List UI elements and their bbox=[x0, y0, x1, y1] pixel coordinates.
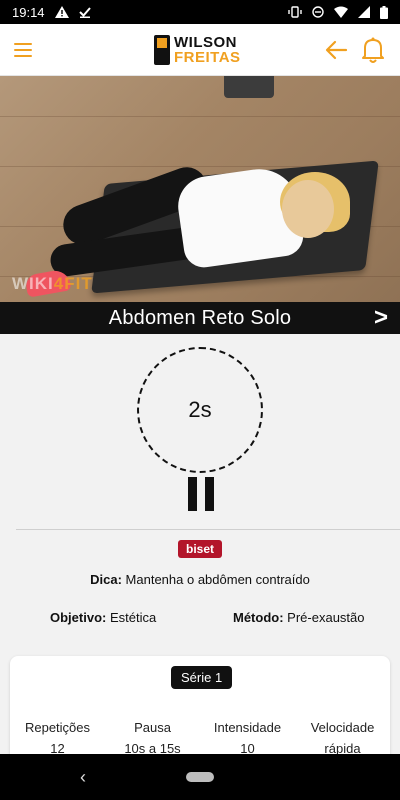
exercise-video[interactable]: WIKI4FIT bbox=[0, 76, 400, 302]
method-value: Pré-exaustão bbox=[287, 610, 365, 625]
menu-icon-line bbox=[14, 49, 32, 51]
method-badge: biset bbox=[178, 540, 223, 558]
logo-line1: WILSON bbox=[174, 34, 237, 51]
series-badge: Série 1 bbox=[171, 666, 233, 689]
bell-icon[interactable] bbox=[360, 36, 386, 64]
stat-label: Pausa bbox=[134, 720, 171, 735]
nav-back-icon[interactable]: ‹ bbox=[80, 767, 86, 788]
system-nav-bar: ‹ bbox=[0, 754, 400, 800]
nav-home-pill-icon[interactable] bbox=[186, 772, 214, 782]
stat-label: Intensidade bbox=[213, 720, 282, 735]
tip-text: Dica: Mantenha o abdômen contraído bbox=[0, 572, 400, 587]
download-check-icon bbox=[78, 6, 91, 18]
pause-button[interactable] bbox=[186, 477, 216, 511]
stat-intensity: Intensidade 10 bbox=[200, 720, 295, 756]
status-time: 19:14 bbox=[12, 4, 45, 20]
app-bar: WILSON FREITAS bbox=[0, 24, 400, 76]
status-bar: 19:14 bbox=[0, 0, 400, 24]
tip-label: Dica: bbox=[90, 572, 122, 587]
warning-icon bbox=[54, 6, 69, 18]
exercise-title-bar: Abdomen Reto Solo > bbox=[0, 302, 400, 334]
objective-label: Objetivo: bbox=[50, 610, 107, 625]
floor-line bbox=[0, 116, 400, 117]
objective: Objetivo: Estética bbox=[50, 610, 156, 625]
logo-line2: FREITAS bbox=[174, 49, 241, 66]
timer-value: 2s bbox=[188, 397, 212, 422]
stat-label: Repetições bbox=[24, 720, 91, 735]
signal-icon bbox=[358, 6, 370, 18]
menu-icon-line bbox=[14, 55, 32, 57]
stat-repetitions: Repetições 12 bbox=[10, 720, 105, 756]
menu-icon-line bbox=[14, 43, 32, 45]
method: Método: Pré-exaustão bbox=[233, 610, 365, 625]
vibrate-icon bbox=[288, 6, 302, 18]
brand-logo: WILSON FREITAS bbox=[154, 33, 246, 67]
logo-mark-icon bbox=[154, 35, 170, 65]
dnd-icon bbox=[312, 6, 324, 18]
tip-value: Mantenha o abdômen contraído bbox=[125, 572, 310, 587]
stat-speed: Velocidade rápida bbox=[295, 720, 390, 756]
stat-pause: Pausa 10s a 15s bbox=[105, 720, 200, 756]
stat-label: Velocidade bbox=[310, 720, 375, 735]
pause-icon-bar bbox=[188, 477, 197, 511]
weights-shape bbox=[224, 76, 274, 98]
series-stats: Repetições 12 Pausa 10s a 15s Intensidad… bbox=[10, 720, 390, 756]
menu-button[interactable] bbox=[14, 38, 38, 62]
method-label: Método: bbox=[233, 610, 284, 625]
objective-value: Estética bbox=[109, 610, 157, 625]
exercise-details: 2s biset Dica: Mantenha o abdômen contra… bbox=[0, 334, 400, 766]
next-exercise-button[interactable]: > bbox=[374, 304, 388, 332]
wifi-icon bbox=[334, 6, 348, 18]
pause-icon-bar bbox=[205, 477, 214, 511]
battery-icon bbox=[380, 5, 388, 19]
video-watermark: WIKI4FIT bbox=[12, 274, 93, 293]
person-head bbox=[282, 180, 334, 238]
exercise-title: Abdomen Reto Solo bbox=[108, 306, 292, 329]
series-card: Série 1 Repetições 12 Pausa 10s a 15s In… bbox=[10, 656, 390, 766]
timer-circle: 2s bbox=[137, 347, 263, 473]
divider bbox=[16, 529, 400, 530]
back-arrow-icon[interactable] bbox=[324, 37, 350, 63]
